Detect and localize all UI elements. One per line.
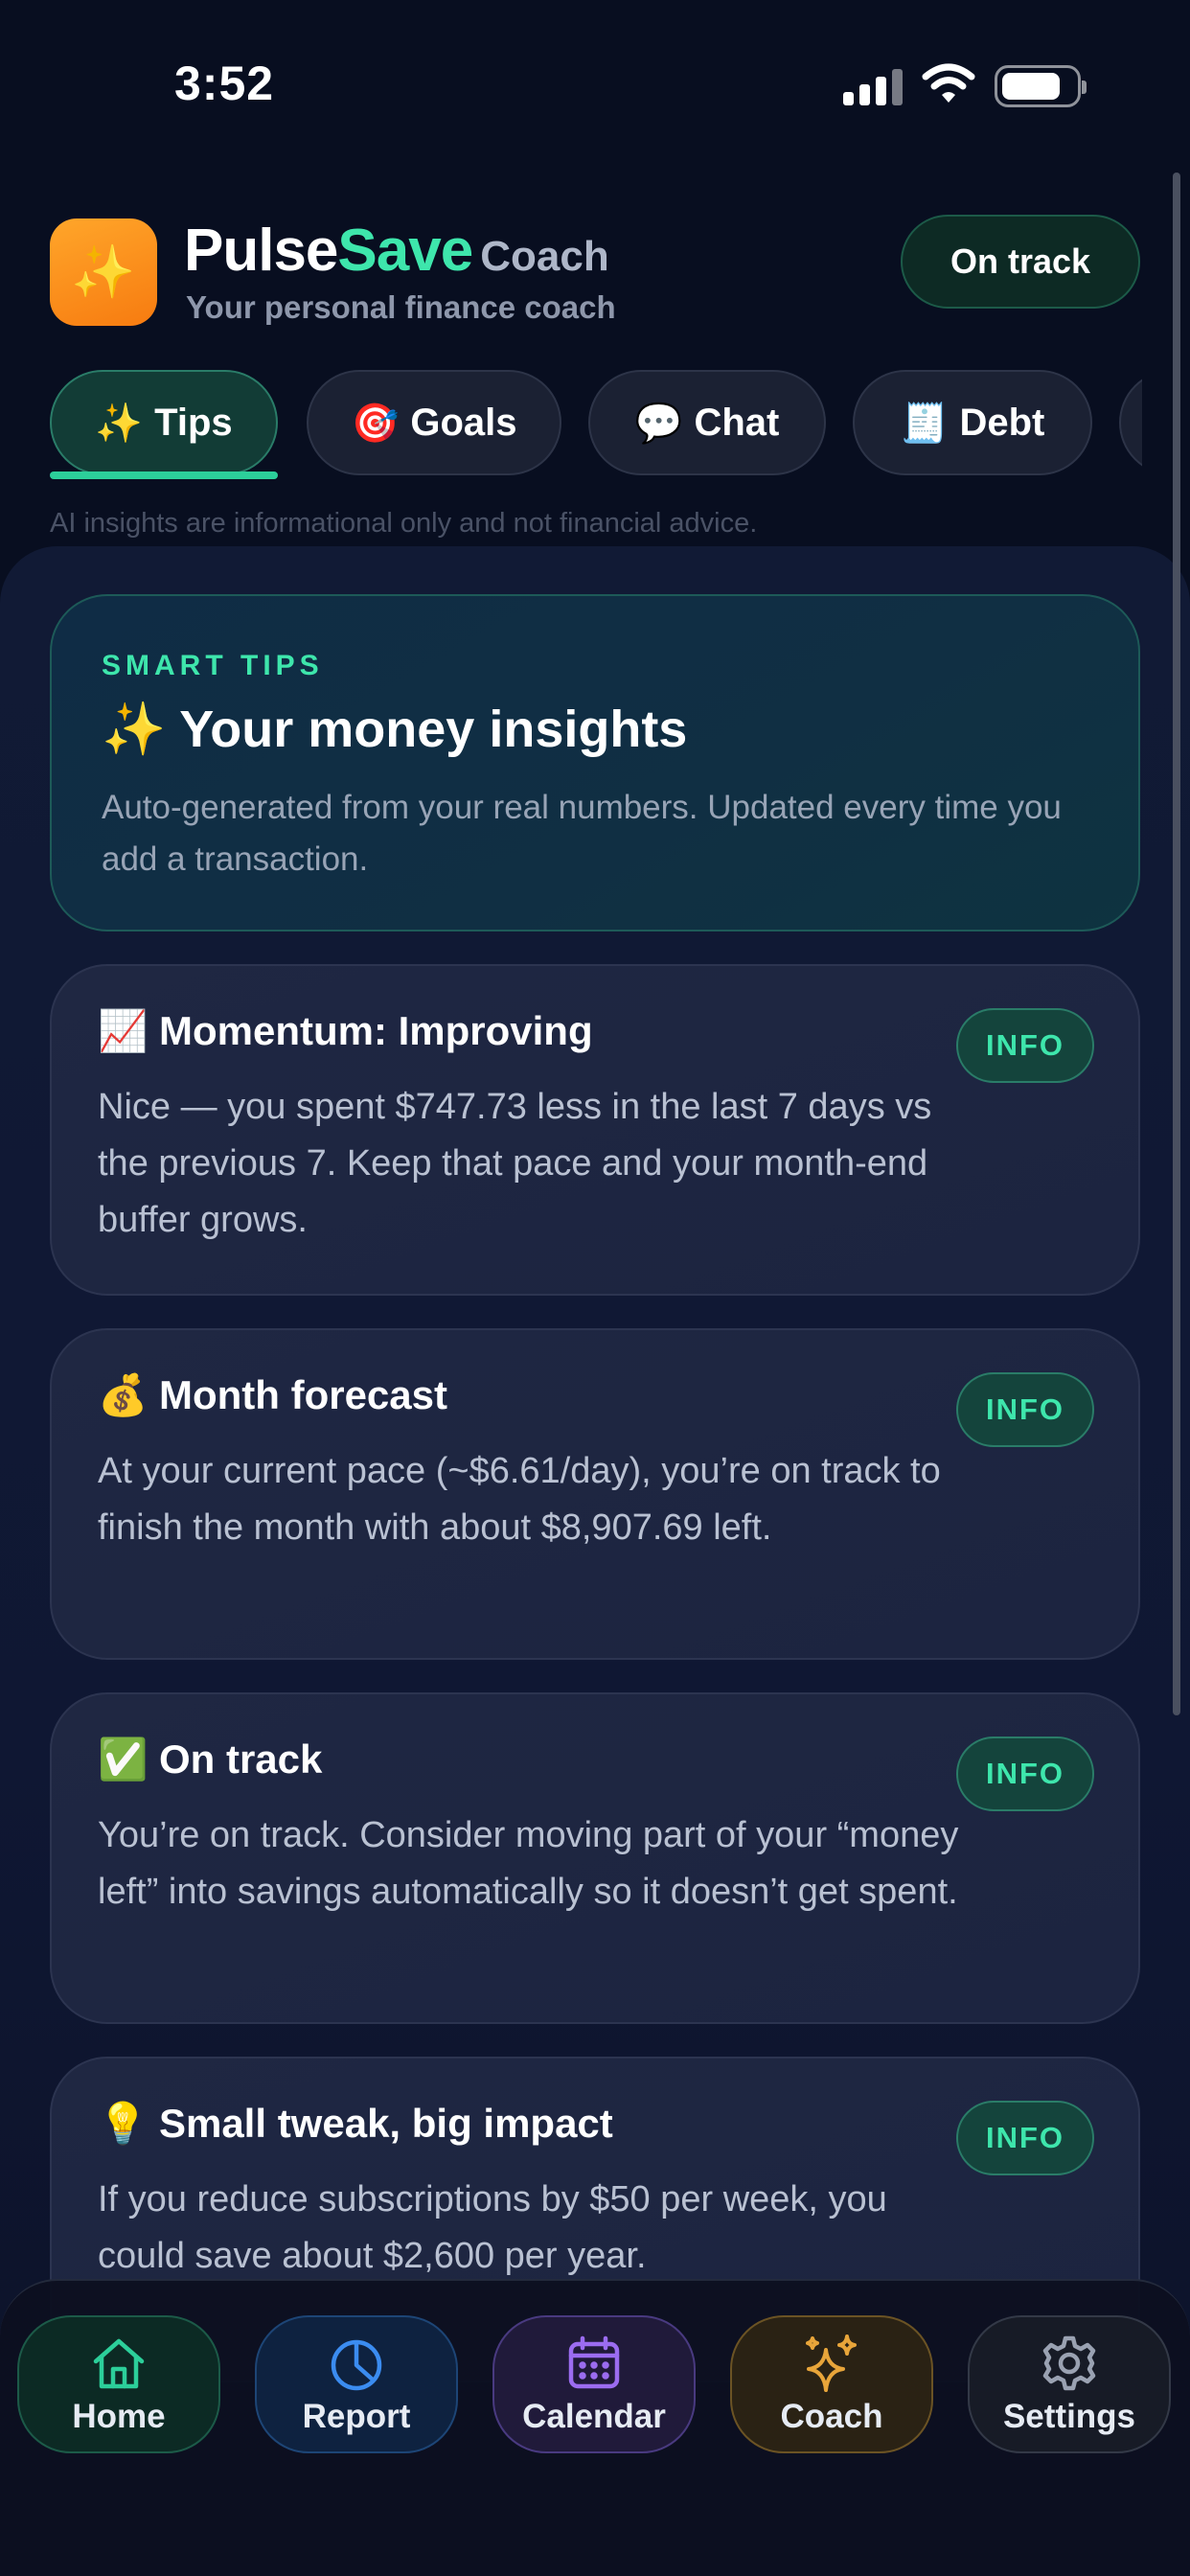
info-badge: INFO [956, 1736, 1094, 1811]
battery-icon [995, 65, 1087, 107]
nav-settings[interactable]: Settings [968, 2315, 1171, 2453]
tab-label: Goals [410, 401, 517, 444]
tip-body: If you reduce subscriptions by $50 per w… [98, 2179, 887, 2276]
receipt-icon: 🧾 [900, 402, 949, 445]
tip-title: 💰 Month forecast [98, 1372, 447, 1419]
hero-title-text: Your money insights [179, 701, 688, 758]
brand-save: Save [337, 218, 473, 284]
brand-coach: Coach [480, 233, 609, 280]
info-badge: INFO [956, 2101, 1094, 2175]
hero-title: ✨ Your money insights [102, 700, 687, 760]
pie-chart-icon [331, 2339, 382, 2391]
nav-label: Home [72, 2398, 166, 2435]
speech-bubble-icon: 💬 [634, 402, 683, 445]
active-tab-indicator [50, 472, 278, 479]
app-logo-icon: ✨ [50, 218, 157, 326]
tab-label: Tips [154, 401, 233, 444]
tab-label: Debt [959, 401, 1045, 444]
nav-label: Calendar [522, 2398, 666, 2435]
tip-card-on-track[interactable]: ✅ On track INFO You’re on track. Conside… [50, 1692, 1140, 2024]
nav-coach[interactable]: Coach [730, 2315, 933, 2453]
tip-title: 💡 Small tweak, big impact [98, 2101, 613, 2148]
chart-increasing-icon: 📈 [98, 1008, 149, 1053]
check-mark-icon: ✅ [98, 1736, 149, 1782]
ai-disclaimer: AI insights are informational only and n… [50, 508, 758, 539]
tip-title-text: Small tweak, big impact [158, 2101, 613, 2146]
tip-body: Nice — you spent $747.73 less in the las… [98, 1087, 932, 1240]
nav-calendar[interactable]: Calendar [492, 2315, 696, 2453]
nav-label: Settings [1002, 2398, 1136, 2435]
wifi-icon [922, 63, 975, 103]
tip-body: You’re on track. Consider moving part of… [98, 1815, 959, 1912]
money-bag-icon: 💰 [98, 1372, 149, 1417]
bottom-navigation: Home Report Calendar Coach Settings [0, 2279, 1190, 2576]
tip-title-text: Momentum: Improving [158, 1008, 593, 1053]
sparkles-icon: ✨ [102, 701, 167, 758]
brand-pulse: Pulse [184, 218, 338, 284]
tip-card-month-forecast[interactable]: 💰 Month forecast INFO At your current pa… [50, 1328, 1140, 1660]
tip-title: 📈 Momentum: Improving [98, 1008, 593, 1055]
tip-title-text: On track [158, 1736, 323, 1782]
sparkles-icon [806, 2334, 857, 2392]
tab-chat[interactable]: 💬 Chat [588, 370, 826, 475]
hero-kicker: SMART TIPS [102, 650, 324, 681]
light-bulb-icon: 💡 [98, 2101, 149, 2146]
calendar-icon [568, 2335, 620, 2389]
tip-body: At your current pace (~$6.61/day), you’r… [98, 1451, 941, 1548]
tab-tips[interactable]: ✨ Tips [50, 370, 278, 475]
tip-title: ✅ On track [98, 1736, 322, 1783]
cellular-signal-icon [843, 67, 904, 105]
nav-report[interactable]: Report [255, 2315, 458, 2453]
app-brand-title: PulseSave Coach [184, 217, 609, 285]
tab-debt[interactable]: 🧾 Debt [853, 370, 1092, 475]
status-time: 3:52 [174, 57, 275, 110]
info-badge: INFO [956, 1372, 1094, 1447]
on-track-status-pill[interactable]: On track [901, 215, 1140, 309]
nav-label: Coach [780, 2398, 883, 2435]
status-bar: 3:52 [0, 0, 1190, 172]
info-badge: INFO [956, 1008, 1094, 1083]
nav-home[interactable]: Home [17, 2315, 220, 2453]
tab-more[interactable] [1119, 370, 1142, 475]
tip-title-text: Month forecast [158, 1372, 447, 1417]
tab-label: Chat [694, 401, 780, 444]
hero-description: Auto-generated from your real numbers. U… [102, 789, 1062, 878]
tab-goals[interactable]: 🎯 Goals [307, 370, 561, 475]
app-subtitle: Your personal finance coach [186, 289, 616, 325]
target-icon: 🎯 [351, 402, 400, 445]
gear-icon [1042, 2335, 1096, 2391]
coach-tabs: ✨ Tips 🎯 Goals 💬 Chat 🧾 Debt [50, 370, 1142, 477]
smart-tips-hero-card: SMART TIPS ✨ Your money insights Auto-ge… [50, 594, 1140, 932]
sparkles-icon: ✨ [95, 402, 144, 445]
scrollbar[interactable] [1173, 172, 1180, 1715]
nav-label: Report [302, 2398, 411, 2435]
tip-card-momentum[interactable]: 📈 Momentum: Improving INFO Nice — you sp… [50, 964, 1140, 1296]
home-icon [93, 2338, 145, 2389]
